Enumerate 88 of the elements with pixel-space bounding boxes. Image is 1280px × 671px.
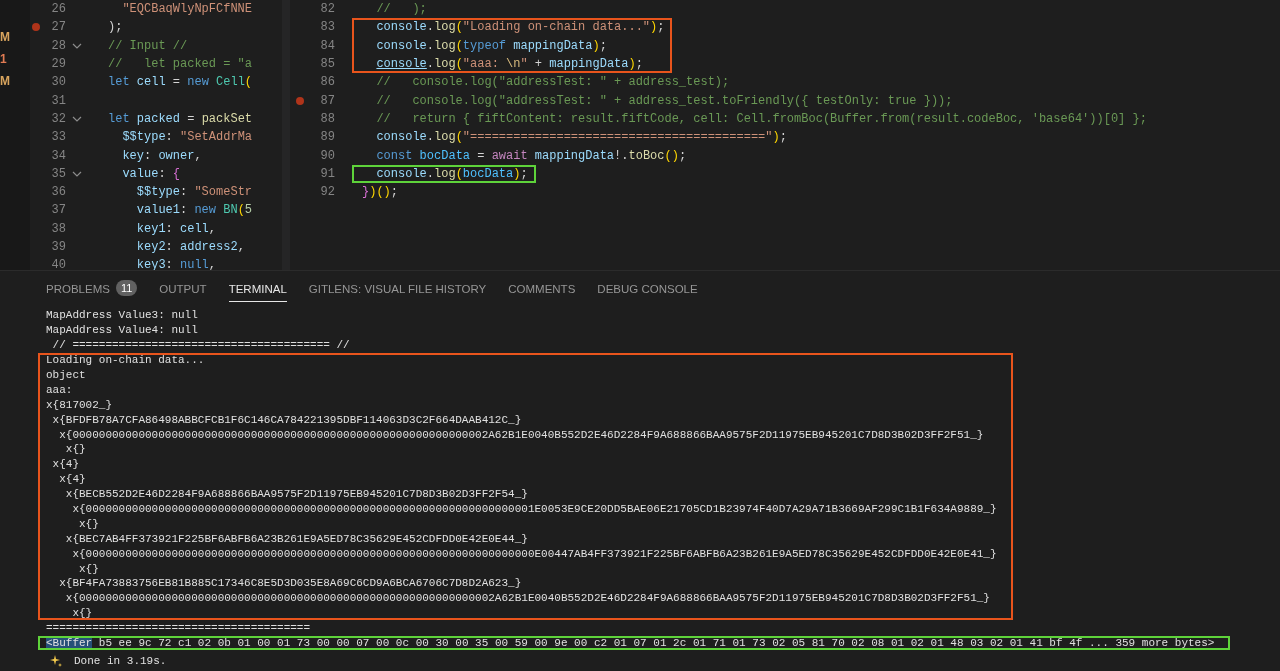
line-number: 82 bbox=[319, 2, 335, 17]
line-number: 30 bbox=[50, 75, 66, 90]
terminal-line: MapAddress Value4: null bbox=[46, 324, 198, 337]
line-number: 28 bbox=[50, 38, 66, 53]
terminal-line: x{} bbox=[78, 562, 99, 575]
terminal-line: x{4} bbox=[58, 473, 86, 486]
git-status-letter: 1 bbox=[0, 51, 8, 67]
code-line: "EQCBaqWlyNpFCfNNE bbox=[121, 2, 253, 17]
code-line: key3: null, bbox=[135, 258, 217, 270]
terminal-line: x{BEC7AB4FF373921F225BF6ABFB6A23B261E9A5ED78C35629E452CDFDD0E42E0E44_} bbox=[64, 532, 528, 545]
line-number: 26 bbox=[50, 2, 66, 17]
code-line: key: owner, bbox=[121, 148, 202, 163]
line-number: 39 bbox=[50, 240, 66, 254]
terminal-line: x{00000000000000000000000000000000000000000000000000000000000000000001E0053E9CE20DD5BAE06E21705CD1B23974F40D7A29A71B3669AF299C1B1F634A9889_} bbox=[71, 503, 997, 515]
terminal-line: x{00000000000000000000000000000000000000000000000000000000000000000000E00447AB4FF373921F225BF6ABFB6A23B261E9A5ED78C35629E452CDFDD0E42E0E41_} bbox=[71, 547, 997, 560]
git-status-letter: M bbox=[0, 29, 10, 45]
line-number: 89 bbox=[319, 130, 335, 145]
line-number: 38 bbox=[50, 221, 66, 236]
line-number: 29 bbox=[50, 57, 66, 72]
terminal-line: x{4} bbox=[51, 458, 79, 471]
code-line: console.log("aaa: \n" + mappingData); bbox=[375, 57, 643, 72]
code-line: // console.log("addressTest: " + address_test); bbox=[375, 75, 730, 90]
line-number: 92 bbox=[319, 185, 335, 200]
code-line: // console.log("addressTest: " + address_test.toFriendly({ testOnly: true })); bbox=[375, 93, 953, 108]
line-number: 33 bbox=[50, 130, 66, 145]
sparkle-icon bbox=[50, 654, 62, 667]
line-number: 83 bbox=[319, 20, 335, 35]
panel-tab[interactable]: PROBLEMS bbox=[46, 274, 110, 302]
line-number: 85 bbox=[319, 57, 335, 72]
code-line: console.log("========================================="); bbox=[375, 130, 787, 145]
terminal-line: x{BF4FA73883756EB81B885C17346C8E5D3D035E8A69C6CD9A6BCA6706C7D8D2A623_} bbox=[58, 577, 522, 590]
code-line: value: { bbox=[121, 166, 181, 181]
terminal-line: MapAddress Value3: null bbox=[46, 309, 198, 322]
code-line: // return { fiftContent: result.fiftCode, cell: Cell.fromBoc(Buffer.from(result.codeBoc, 'base64'))[0] }; bbox=[375, 111, 1147, 126]
terminal-line: <Buffer b5 ee 9c 72 c1 02 0b 01 00 01 73 00 00 07 00 0c 00 30 00 35 00 59 00 9e 00 c2 01 07 01 2c 01 71 01 73 02 05 81 70 02 08 01 02 01 48 03 02 01 41 bf 4f ... 359 more bytes> bbox=[46, 637, 1215, 650]
terminal-line: aaa: bbox=[46, 383, 73, 396]
line-number: 37 bbox=[50, 203, 66, 218]
count-badge: 11 bbox=[115, 280, 138, 296]
code-line: console.log(typeof mappingData); bbox=[375, 38, 607, 53]
line-number: 36 bbox=[50, 185, 66, 200]
terminal-line: x{} bbox=[71, 607, 93, 620]
code-line: key1: cell, bbox=[135, 221, 217, 236]
line-number: 88 bbox=[319, 111, 335, 126]
terminal-line: x{} bbox=[78, 517, 99, 530]
panel-tab[interactable]: OUTPUT bbox=[159, 274, 207, 302]
code-line: })(); bbox=[362, 185, 398, 200]
line-number: 84 bbox=[319, 38, 335, 53]
git-status-letter: M bbox=[0, 73, 10, 89]
line-number: 32 bbox=[50, 111, 66, 126]
code-line: console.log(bocData); bbox=[375, 166, 528, 181]
code-line: // Input // bbox=[108, 38, 188, 53]
terminal-line: x{000000000000000000000000000000000000000000000000000000000000002A62B1E0040B552D2E46D2284F9A688866BAA9575F2D11975EB945201C7D8D3B02D3FF2F51_} bbox=[64, 592, 990, 605]
terminal-line: x{BECB552D2E46D2284F9A688866BAA9575F2D11975EB945201C7D8D3B02D3FF2F54_} bbox=[64, 488, 528, 501]
breakpoint-dot[interactable] bbox=[296, 96, 304, 105]
line-number: 31 bbox=[50, 93, 66, 108]
line-number: 90 bbox=[319, 148, 335, 163]
breakpoint-dot[interactable] bbox=[32, 23, 40, 32]
panel-tab[interactable]: TERMINAL bbox=[228, 274, 287, 302]
code-line: // let packed = "a bbox=[108, 57, 253, 72]
panel-tab[interactable]: DEBUG CONSOLE bbox=[597, 274, 698, 302]
code-line: key2: address2, bbox=[135, 240, 245, 254]
terminal-line: ======================================== bbox=[46, 622, 311, 635]
line-number: 40 bbox=[50, 258, 66, 270]
code-line: $$type: "SomeStr bbox=[135, 185, 253, 200]
terminal-line: x{BFDFB78A7CFA86498ABBCFCB1F6C146CA784221395DBF114063D3C2F664DAAB412C_} bbox=[51, 413, 522, 426]
panel-tab[interactable]: COMMENTS bbox=[508, 274, 576, 302]
terminal-line: // ======================================= // bbox=[51, 339, 350, 352]
code-line: $$type: "SetAddrMa bbox=[121, 130, 253, 145]
line-number: 86 bbox=[319, 75, 335, 90]
line-number: 34 bbox=[50, 148, 66, 163]
code-line: let packed = packSet bbox=[108, 111, 253, 126]
code-line: console.log("Loading on-chain data..."); bbox=[375, 20, 665, 35]
line-number: 35 bbox=[50, 166, 66, 181]
line-number: 87 bbox=[319, 93, 335, 108]
terminal-line: x{} bbox=[64, 443, 86, 456]
terminal-line: x{817002_} bbox=[46, 398, 112, 411]
line-number: 91 bbox=[319, 166, 335, 181]
terminal-line: object bbox=[46, 369, 86, 381]
code-line: // ); bbox=[375, 2, 427, 17]
code-line: value1: new BN(5 bbox=[135, 203, 253, 218]
terminal-line: x{000000000000000000000000000000000000000000000000000000000000002A62B1E0040B552D2E46D2284F9A688866BAA9575F2D11975EB945201C7D8D3B02D3FF2F51_} bbox=[58, 428, 984, 441]
line-number: 27 bbox=[50, 20, 66, 35]
code-line: let cell = new Cell( bbox=[108, 75, 253, 90]
terminal-line: Done in 3.19s. bbox=[74, 654, 167, 667]
terminal-line: Loading on-chain data... bbox=[46, 354, 205, 367]
code-line: ); bbox=[108, 20, 123, 35]
code-line: const bocData = await mappingData!.toBoc(); bbox=[375, 148, 687, 163]
panel-tab[interactable]: GITLENS: VISUAL FILE HISTORY bbox=[308, 274, 487, 302]
